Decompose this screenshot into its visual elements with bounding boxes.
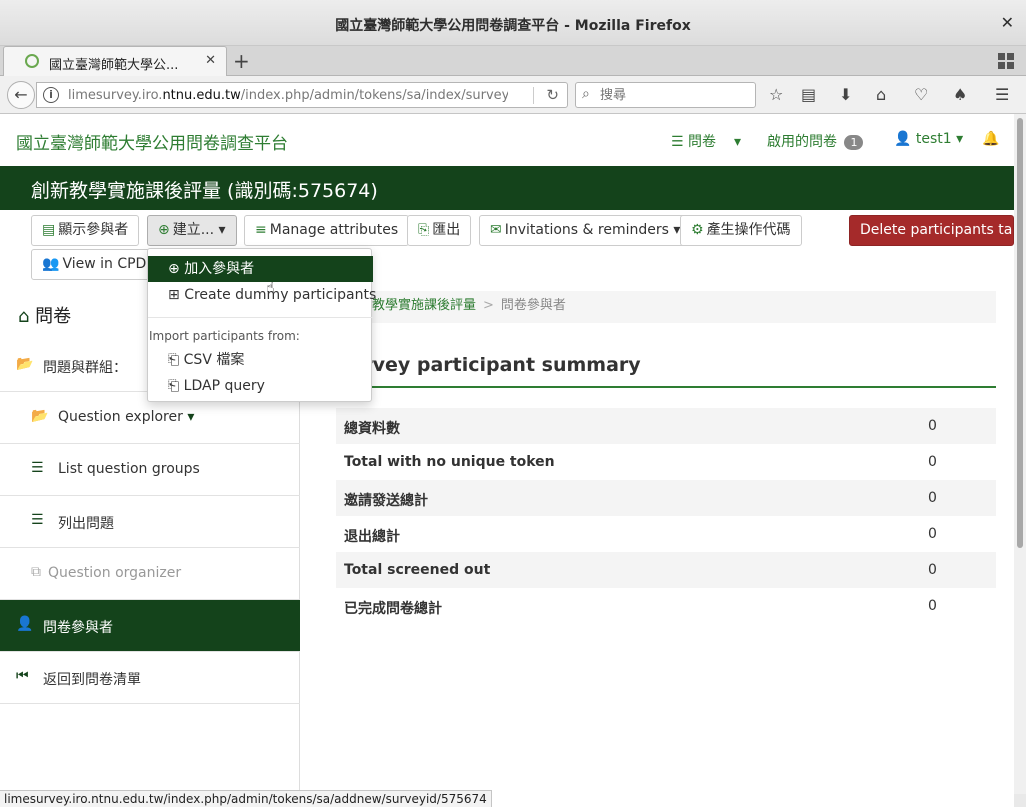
sidebar-title: ⌂ 問卷 xyxy=(18,306,72,327)
chevron-down-icon: ▾ xyxy=(187,409,195,425)
create-dropdown-menu: ⊕ 加入參與者 ☝ ⊞ Create dummy participants Imp… xyxy=(147,248,376,402)
list-icon: ▤ xyxy=(42,222,56,238)
survey-title: 創新教學實施課後評量 (識別碼:575674) xyxy=(31,180,378,202)
extension-icon[interactable]: ♠ xyxy=(953,85,967,104)
back-button[interactable]: ← xyxy=(7,81,35,109)
chevron-down-icon: ▾ xyxy=(734,134,742,150)
window-titlebar: 國立臺灣師範大學公用問卷調查平台 - Mozilla Firefox ✕ xyxy=(0,0,1026,46)
site-title-link[interactable]: 國立臺灣師範大學公用問卷調查平台 xyxy=(16,129,288,154)
menu-item-import-csv[interactable]: ⎗ CSV 檔案 xyxy=(148,347,373,373)
page-scrollbar[interactable] xyxy=(1014,114,1026,794)
table-row: Total with no unique token 0 xyxy=(344,454,937,470)
url-bar[interactable]: i limesurvey.iro.ntnu.edu.tw/index.php/a… xyxy=(36,82,568,108)
reload-icon[interactable]: ↻ xyxy=(546,86,559,104)
sidebar-item-list-question-groups[interactable]: ☰ List question groups xyxy=(0,444,300,496)
invitations-reminders-button[interactable]: ✉ Invitations & reminders ▾ xyxy=(479,215,692,246)
search-bar[interactable]: ⌕ xyxy=(575,82,756,108)
menu-hamburger-icon[interactable]: ☰ xyxy=(995,85,1009,104)
url-separator xyxy=(533,87,534,104)
sidebar-item-survey-participants[interactable]: 👤 問卷參與者 xyxy=(0,600,300,652)
table-row: 邀請發送總計 0 xyxy=(336,480,996,516)
step-backward-icon: ⏮ xyxy=(16,668,29,684)
menu-divider xyxy=(148,317,373,318)
summary-title: Survey participant summary xyxy=(336,354,996,388)
sidebar-item-question-organizer[interactable]: ⧉ Question organizer xyxy=(0,548,300,600)
chevron-down-icon: ▾ xyxy=(956,131,964,147)
window-title: 國立臺灣師範大學公用問卷調查平台 - Mozilla Firefox xyxy=(335,18,691,34)
url-text[interactable]: limesurvey.iro.ntnu.edu.tw/index.php/adm… xyxy=(68,88,508,103)
site-header: 國立臺灣師範大學公用問卷調查平台 ☰ 問卷 ▾ 啟用的問卷 1 👤 test1 ▾… xyxy=(0,114,1014,166)
attributes-icon: ≡ xyxy=(255,222,267,238)
delete-participants-table-button[interactable]: Delete participants table xyxy=(849,215,1014,246)
sidebar-item-back-to-survey-list[interactable]: ⏮ 返回到問卷清單 xyxy=(0,652,300,704)
menu-item-add-participant[interactable]: ⊕ 加入參與者 ☝ xyxy=(148,256,373,296)
user-menu[interactable]: 👤 test1 ▾ xyxy=(894,131,963,147)
tab-close-icon[interactable]: ✕ xyxy=(205,53,216,68)
home-icon[interactable]: ⌂ xyxy=(876,85,886,104)
pocket-icon[interactable]: ♡ xyxy=(914,85,928,104)
table-row: 總資料數 0 xyxy=(336,408,996,444)
window-close-button[interactable]: ✕ xyxy=(1001,13,1014,32)
scrollbar-thumb[interactable] xyxy=(1017,118,1023,548)
new-tab-button[interactable]: + xyxy=(233,49,250,73)
bookmark-star-icon[interactable]: ☆ xyxy=(769,85,783,104)
table-row: 已完成問卷總計 0 xyxy=(344,598,937,617)
generate-tokens-button[interactable]: ⚙ 產生操作代碼 xyxy=(680,215,802,246)
breadcrumb: 創新教學實施課後評量 > 問卷參與者 xyxy=(336,291,996,323)
limesurvey-favicon-icon xyxy=(25,54,39,68)
plus-square-icon: ⊞ xyxy=(168,287,180,303)
search-icon: ⌕ xyxy=(582,86,590,102)
table-row: Total screened out 0 xyxy=(336,552,996,588)
folder-open-icon: 📂 xyxy=(16,356,34,372)
status-bar-url: limesurvey.iro.ntnu.edu.tw/index.php/adm… xyxy=(0,790,492,807)
site-info-icon[interactable]: i xyxy=(43,87,59,103)
home-icon: ⌂ xyxy=(18,306,30,327)
reading-list-icon[interactable]: ▤ xyxy=(801,85,816,104)
navigation-toolbar: ← i limesurvey.iro.ntnu.edu.tw/index.php… xyxy=(0,76,1026,114)
menu-item-import-ldap[interactable]: ⎗ LDAP query xyxy=(148,373,373,399)
download-icon[interactable]: ⬇ xyxy=(839,85,852,104)
list-icon: ☰ xyxy=(671,134,684,150)
survey-title-bar: 創新教學實施課後評量 (識別碼:575674) xyxy=(0,166,1014,210)
create-dropdown-button[interactable]: ⊕ 建立... ▾ xyxy=(147,215,237,246)
export-icon: ⎘ xyxy=(418,222,430,238)
import-icon: ⎗ xyxy=(168,352,180,368)
breadcrumb-current: 問卷參與者 xyxy=(500,298,566,313)
notification-bell-icon[interactable]: 🔔 xyxy=(982,131,999,147)
menu-header-import: Import participants from: xyxy=(149,329,300,343)
page-viewport: 國立臺灣師範大學公用問卷調查平台 ☰ 問卷 ▾ 啟用的問卷 1 👤 test1 ▾… xyxy=(0,114,1014,807)
gear-icon: ⚙ xyxy=(691,222,704,238)
sidebar-item-list-questions[interactable]: ☰ 列出問題 xyxy=(0,496,300,548)
active-count-badge: 1 xyxy=(844,135,864,150)
organizer-icon: ⧉ xyxy=(31,564,41,580)
chevron-down-icon: ▾ xyxy=(218,222,226,238)
user-icon: 👤 xyxy=(16,616,34,632)
folder-open-icon: 📂 xyxy=(31,408,49,424)
search-input[interactable] xyxy=(600,86,750,104)
manage-attributes-button[interactable]: ≡ Manage attributes xyxy=(244,215,410,246)
user-icon: 👤 xyxy=(894,131,912,147)
tab-overview-icon[interactable] xyxy=(998,53,1014,69)
active-surveys-link[interactable]: 啟用的問卷 1 xyxy=(767,131,864,151)
table-row: 退出總計 0 xyxy=(344,526,937,545)
tab-bar: 國立臺灣師範大學公... ✕ + xyxy=(0,46,1026,77)
surveys-menu[interactable]: ☰ 問卷 ▾ xyxy=(671,131,741,151)
envelope-icon: ✉ xyxy=(490,222,502,238)
summary-table: 總資料數 0 Total with no unique token 0 邀請發送總計… xyxy=(336,408,996,624)
tab-label: 國立臺灣師範大學公... xyxy=(49,58,179,73)
plus-circle-icon: ⊕ xyxy=(168,261,180,277)
display-participants-button[interactable]: ▤ 顯示參與者 xyxy=(31,215,140,246)
plus-circle-icon: ⊕ xyxy=(158,222,170,238)
list-icon: ☰ xyxy=(31,512,44,528)
import-icon: ⎗ xyxy=(168,378,180,394)
list-icon: ☰ xyxy=(31,460,44,476)
browser-tab[interactable]: 國立臺灣師範大學公... ✕ xyxy=(3,46,227,77)
menu-item-create-dummy-participants[interactable]: ⊞ Create dummy participants xyxy=(148,282,376,308)
export-button[interactable]: ⎘ 匯出 xyxy=(407,215,472,246)
users-icon: 👥 xyxy=(42,256,60,272)
